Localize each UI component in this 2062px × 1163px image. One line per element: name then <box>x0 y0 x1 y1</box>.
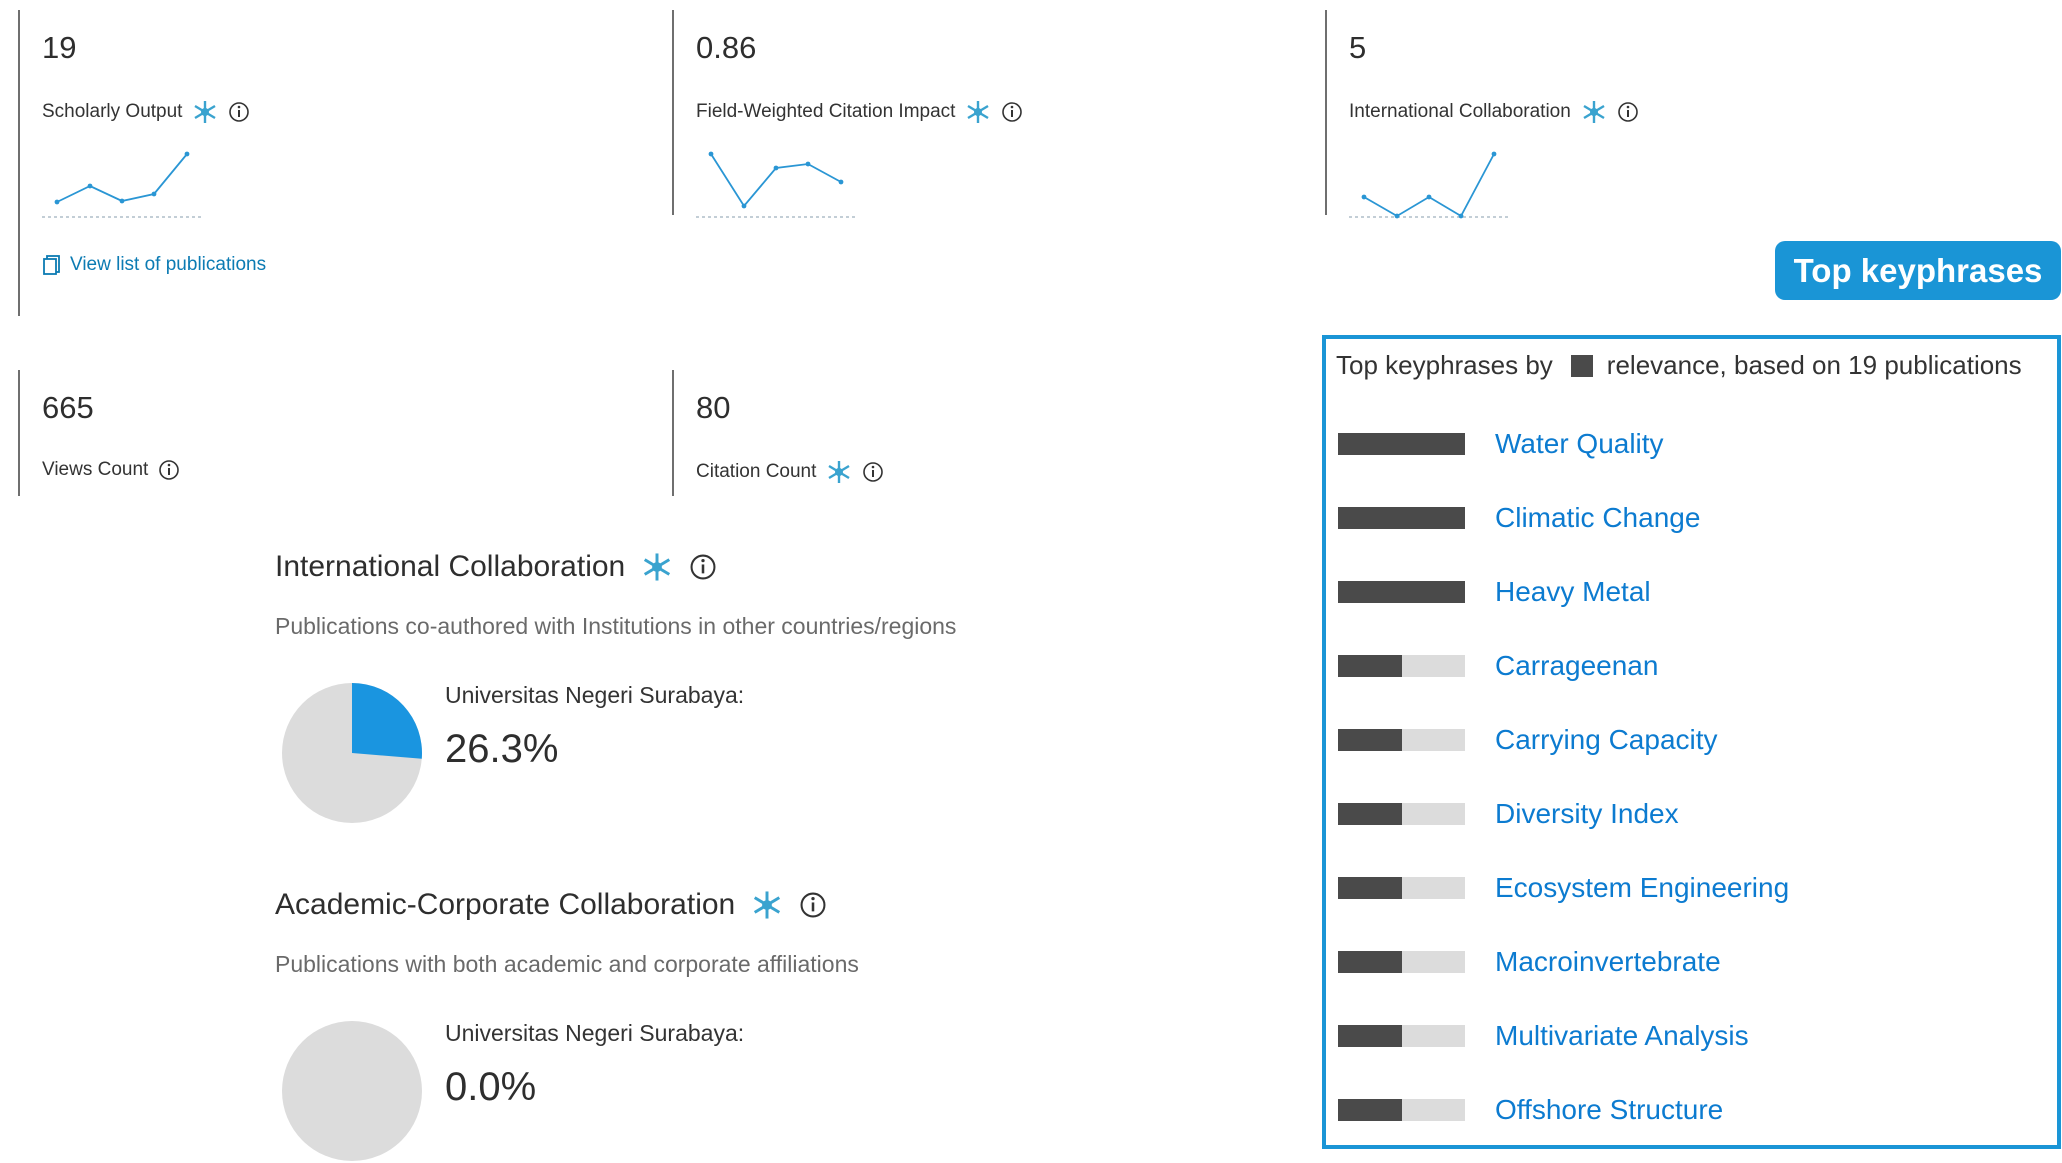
keyphrase-row[interactable]: Carrying Capacity <box>1338 720 1718 760</box>
keyphrase-row[interactable]: Macroinvertebrate <box>1338 942 1721 982</box>
citation-count-value: 80 <box>696 390 731 425</box>
intl-collab-institution: Universitas Negeri Surabaya: <box>445 682 745 708</box>
relevance-bar <box>1338 951 1465 973</box>
relevance-bar-fill <box>1338 1099 1402 1121</box>
view-publications-link[interactable]: View list of publications <box>42 254 266 276</box>
info-icon[interactable] <box>228 101 250 123</box>
intl-collab-section-subtitle: Publications co-authored with Institutio… <box>275 613 957 639</box>
snowball-metrics-icon[interactable] <box>965 99 991 125</box>
snowball-metrics-icon[interactable] <box>192 99 218 125</box>
keyphrase-row[interactable]: Diversity Index <box>1338 794 1679 834</box>
citation-count-label: Citation Count <box>696 461 817 482</box>
relevance-bar <box>1338 433 1465 455</box>
keyphrase-row[interactable]: Multivariate Analysis <box>1338 1016 1749 1056</box>
relevance-bar-fill <box>1338 877 1402 899</box>
keyphrase-link[interactable]: Climatic Change <box>1495 502 1700 534</box>
keyphrase-link[interactable]: Heavy Metal <box>1495 576 1651 608</box>
relevance-bar <box>1338 507 1465 529</box>
snowball-metrics-icon[interactable] <box>1581 99 1607 125</box>
academic-corporate-percent: 0.0% <box>445 1065 537 1109</box>
intl-collab-label-row: International Collaboration <box>1349 99 1639 125</box>
relevance-bar <box>1338 1025 1465 1047</box>
relevance-bar <box>1338 1099 1465 1121</box>
keyphrases-header-prefix: Top keyphrases by <box>1336 350 1553 380</box>
academic-corporate-institution: Universitas Negeri Surabaya: <box>445 1020 745 1046</box>
snowball-metrics-icon[interactable] <box>751 889 783 921</box>
fwci-value: 0.86 <box>696 30 757 65</box>
fwci-label-row: Field-Weighted Citation Impact <box>696 99 1023 125</box>
intl-collab-percent: 26.3% <box>445 727 559 771</box>
relevance-bar <box>1338 581 1465 603</box>
scholarly-output-value: 19 <box>42 30 77 65</box>
fwci-sparkline <box>696 151 856 218</box>
relevance-bar-fill <box>1338 655 1402 677</box>
metric-scholarly-output: 19 Scholarly Output View list of publica… <box>18 10 620 316</box>
snowball-metrics-icon[interactable] <box>826 459 852 485</box>
scholarly-output-label-row: Scholarly Output <box>42 99 250 125</box>
info-icon[interactable] <box>158 459 180 481</box>
intl-collab-sparkline <box>1349 151 1509 219</box>
views-count-label-row: Views Count <box>42 459 180 481</box>
keyphrase-link[interactable]: Multivariate Analysis <box>1495 1020 1749 1052</box>
info-icon[interactable] <box>1617 101 1639 123</box>
intl-collab-label: International Collaboration <box>1349 101 1571 122</box>
metric-fwci: 0.86 Field-Weighted Citation Impact <box>672 10 1274 218</box>
metric-citation-count: 80 Citation Count <box>672 370 1274 496</box>
views-count-value: 665 <box>42 390 94 425</box>
metric-views-count: 665 Views Count <box>18 370 620 496</box>
keyphrases-header-suffix: relevance, based on 19 publications <box>1606 350 2022 380</box>
relevance-bar <box>1338 729 1465 751</box>
info-icon[interactable] <box>862 461 884 483</box>
keyphrase-link[interactable]: Carrageenan <box>1495 650 1658 682</box>
citation-count-label-row: Citation Count <box>696 459 884 485</box>
document-icon <box>43 255 60 275</box>
relevance-bar-fill <box>1338 507 1465 529</box>
relevance-bar <box>1338 803 1465 825</box>
keyphrase-row[interactable]: Climatic Change <box>1338 498 1700 538</box>
pie-slice-collaborated <box>352 683 423 759</box>
relevance-bar-fill <box>1338 581 1465 603</box>
relevance-bar-fill <box>1338 729 1402 751</box>
keyphrase-link[interactable]: Offshore Structure <box>1495 1094 1723 1126</box>
academic-corporate-section-header: Academic-Corporate Collaboration <box>275 888 827 922</box>
relevance-bar <box>1338 877 1465 899</box>
metric-international-collaboration: 5 International Collaboration <box>1325 10 1927 219</box>
keyphrase-link[interactable]: Macroinvertebrate <box>1495 946 1721 978</box>
keyphrases-panel: Top keyphrases by relevance, based on 19… <box>1322 335 2061 1149</box>
scholarly-output-sparkline <box>42 151 202 218</box>
academic-corporate-section-title: Academic-Corporate Collaboration <box>275 888 736 921</box>
info-icon[interactable] <box>689 553 717 581</box>
keyphrase-link[interactable]: Water Quality <box>1495 428 1664 460</box>
relevance-legend-swatch <box>1570 354 1593 377</box>
relevance-bar-fill <box>1338 951 1402 973</box>
keyphrase-link[interactable]: Carrying Capacity <box>1495 724 1718 756</box>
keyphrase-row[interactable]: Ecosystem Engineering <box>1338 868 1789 908</box>
relevance-bar-fill <box>1338 1025 1402 1047</box>
snowball-metrics-icon[interactable] <box>641 551 673 583</box>
intl-collab-section-title: International Collaboration <box>275 550 626 583</box>
relevance-bar <box>1338 655 1465 677</box>
keyphrase-link[interactable]: Diversity Index <box>1495 798 1679 830</box>
keyphrase-link[interactable]: Ecosystem Engineering <box>1495 872 1789 904</box>
views-count-label: Views Count <box>42 459 149 480</box>
keyphrase-row[interactable]: Offshore Structure <box>1338 1090 1723 1130</box>
intl-collab-value: 5 <box>1349 30 1367 65</box>
pie-background <box>282 1021 422 1161</box>
scholarly-output-label: Scholarly Output <box>42 101 183 122</box>
keyphrase-row[interactable]: Carrageenan <box>1338 646 1658 686</box>
relevance-bar-fill <box>1338 433 1465 455</box>
relevance-bar-fill <box>1338 803 1402 825</box>
keyphrase-row[interactable]: Heavy Metal <box>1338 572 1651 612</box>
intl-collab-pie <box>282 683 423 823</box>
intl-collab-section-header: International Collaboration <box>275 550 717 584</box>
academic-corporate-section-subtitle: Publications with both academic and corp… <box>275 951 859 977</box>
academic-corporate-pie <box>282 1021 422 1161</box>
info-icon[interactable] <box>1001 101 1023 123</box>
top-keyphrases-badge: Top keyphrases <box>1775 241 2061 300</box>
info-icon[interactable] <box>799 891 827 919</box>
view-publications-label: View list of publications <box>70 254 267 275</box>
keyphrase-row[interactable]: Water Quality <box>1338 424 1664 464</box>
fwci-label: Field-Weighted Citation Impact <box>696 101 956 122</box>
keyphrases-header: Top keyphrases by relevance, based on 19… <box>1336 350 2022 381</box>
